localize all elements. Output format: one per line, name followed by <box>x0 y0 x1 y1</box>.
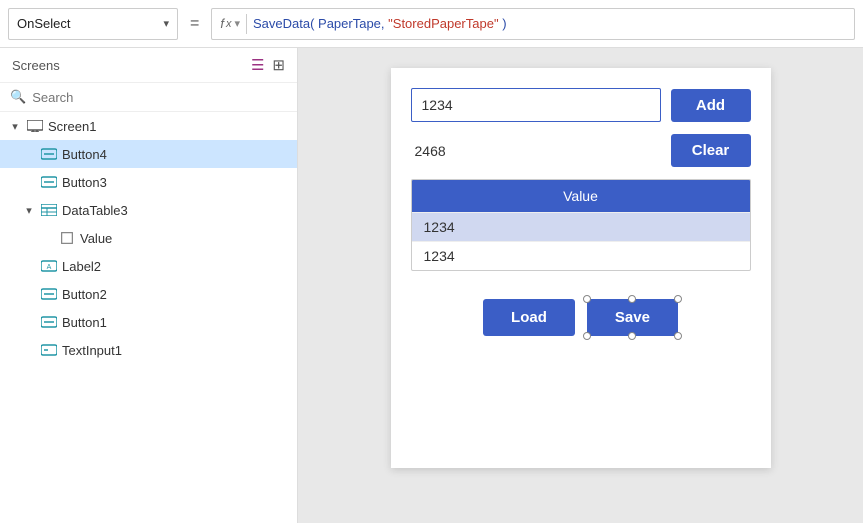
sidebar-item-label: Screen1 <box>48 119 96 134</box>
event-selector[interactable]: OnSelect ▾ <box>8 8 178 40</box>
sidebar-item-label: DataTable3 <box>62 203 128 218</box>
button-icon <box>40 313 58 331</box>
save-button-wrapper: Save <box>587 299 678 336</box>
sidebar-item-button2[interactable]: Button2 <box>0 280 297 308</box>
resize-handle-bl[interactable] <box>583 332 591 340</box>
sidebar-item-screen1[interactable]: ▾ Screen1 <box>0 112 297 140</box>
table-row[interactable]: 1234 <box>412 212 750 241</box>
table-header: Value <box>412 180 750 212</box>
formula-divider <box>246 14 247 34</box>
resize-handle-tl[interactable] <box>583 295 591 303</box>
clear-button[interactable]: Clear <box>671 134 751 167</box>
sidebar-item-button3[interactable]: Button3 <box>0 168 297 196</box>
sidebar-item-label: Button4 <box>62 147 107 162</box>
sidebar-item-label: Button3 <box>62 175 107 190</box>
label-icon: A <box>40 257 58 275</box>
button-icon <box>40 173 58 191</box>
paper-tape-input[interactable] <box>411 88 661 122</box>
resize-handle-br[interactable] <box>674 332 682 340</box>
save-button[interactable]: Save <box>587 299 678 336</box>
sidebar-header: Screens ☰ ⊞ <box>0 48 297 83</box>
chevron-formula-icon: ▾ <box>234 17 240 30</box>
screen-icon <box>26 117 44 135</box>
datatable-icon <box>40 201 58 219</box>
sidebar-item-button4[interactable]: Button4 <box>0 140 297 168</box>
textinput-icon <box>40 341 58 359</box>
resize-handle-tm[interactable] <box>628 295 636 303</box>
sidebar-item-label: TextInput1 <box>62 343 122 358</box>
add-button[interactable]: Add <box>671 89 751 122</box>
sidebar-item-value[interactable]: Value <box>0 224 297 252</box>
fx-label: fx ▾ <box>220 16 240 31</box>
search-bar: 🔍 <box>0 83 297 112</box>
button-icon <box>40 285 58 303</box>
resize-handle-tr[interactable] <box>674 295 682 303</box>
resize-handle-bm[interactable] <box>628 332 636 340</box>
sidebar-item-label: Label2 <box>62 259 101 274</box>
grid-view-icon[interactable]: ⊞ <box>272 56 285 74</box>
load-button[interactable]: Load <box>483 299 575 336</box>
chevron-down-icon: ▾ <box>8 120 22 133</box>
bottom-buttons: Load Save <box>411 299 751 336</box>
checkbox-icon <box>58 229 76 247</box>
display-value: 2468 <box>411 143 661 159</box>
sidebar-item-label: Button1 <box>62 315 107 330</box>
sidebar-item-label: Button2 <box>62 287 107 302</box>
sidebar-item-textinput1[interactable]: TextInput1 <box>0 336 297 364</box>
data-table: Value 1234 1234 <box>411 179 751 271</box>
sidebar-item-label: Value <box>80 231 112 246</box>
app-screen: Add 2468 Clear Value 1234 1234 Load Save <box>391 68 771 468</box>
tree-list: ▾ Screen1 Button4 Button3 <box>0 112 297 523</box>
table-row[interactable]: 1234 <box>412 241 750 270</box>
chevron-down-icon: ▾ <box>163 17 169 30</box>
value-row: 2468 Clear <box>411 134 751 167</box>
search-input[interactable] <box>32 90 287 105</box>
formula-param: PaperTape, <box>314 16 384 31</box>
list-view-icon[interactable]: ☰ <box>251 56 264 74</box>
formula-bar[interactable]: fx ▾ SaveData( PaperTape, "StoredPaperTa… <box>211 8 855 40</box>
sidebar-view-icons: ☰ ⊞ <box>251 56 285 74</box>
input-row: Add <box>411 88 751 122</box>
svg-text:A: A <box>47 264 52 271</box>
formula-string: "StoredPaperTape" <box>388 16 498 31</box>
sidebar-item-button1[interactable]: Button1 <box>0 308 297 336</box>
top-bar: OnSelect ▾ = fx ▾ SaveData( PaperTape, "… <box>0 0 863 48</box>
search-icon: 🔍 <box>10 89 26 105</box>
event-selector-value: OnSelect <box>17 16 157 31</box>
sidebar: Screens ☰ ⊞ 🔍 ▾ Screen1 <box>0 48 298 523</box>
chevron-down-icon: ▾ <box>22 204 36 217</box>
button-icon <box>40 145 58 163</box>
sidebar-item-label2[interactable]: A Label2 <box>0 252 297 280</box>
formula-func: SaveData( <box>253 16 314 31</box>
sidebar-item-datatable3[interactable]: ▾ DataTable3 <box>0 196 297 224</box>
formula-text: SaveData( PaperTape, "StoredPaperTape" ) <box>253 16 507 31</box>
main-layout: Screens ☰ ⊞ 🔍 ▾ Screen1 <box>0 48 863 523</box>
canvas-area: Add 2468 Clear Value 1234 1234 Load Save <box>298 48 863 523</box>
equals-sign: = <box>186 15 203 33</box>
sidebar-title: Screens <box>12 58 60 73</box>
